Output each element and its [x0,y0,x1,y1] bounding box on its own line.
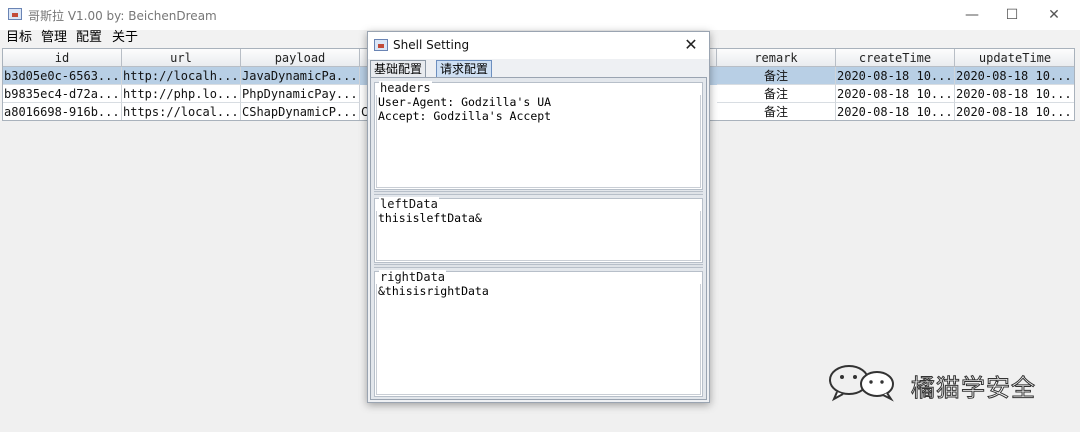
close-button[interactable]: ✕ [1039,4,1069,26]
menu-config[interactable]: 配置 [76,30,102,46]
menu-target[interactable]: 目标 [6,30,32,46]
column-header-createtime[interactable]: createTime [836,49,955,67]
leftdata-line: thisisleftData& [378,211,482,225]
wechat-icon [829,365,894,402]
rightdata-group: rightData &thisisrightData [374,270,703,397]
headers-line: User-Agent: Godzilla's UA [378,95,552,109]
cell-updatetime: 2020-08-18 10... [955,85,1074,103]
leftdata-textarea[interactable]: thisisleftData& [376,211,701,261]
split-pane-divider[interactable] [374,191,703,195]
app-icon [8,8,22,20]
cell-id: a8016698-916b... [3,103,122,120]
cell-createtime: 2020-08-18 10... [836,85,955,103]
cell-remark: 备注 [717,103,836,120]
cell-updatetime: 2020-08-18 10... [955,103,1074,120]
cell-createtime: 2020-08-18 10... [836,67,955,85]
watermark: 橘猫学安全 [825,362,1055,403]
dialog-titlebar[interactable]: Shell Setting ✕ [368,32,709,59]
tab-basic-config[interactable]: 基础配置 [370,60,427,77]
dialog-close-button[interactable]: ✕ [681,35,701,54]
shell-setting-dialog: Shell Setting ✕ 基础配置 请求配置 headers User-A… [367,31,710,403]
minimize-button[interactable]: — [957,4,987,26]
maximize-button[interactable]: ☐ [997,4,1027,26]
cell-url: http://php.lo... [122,85,241,103]
tab-request-config[interactable]: 请求配置 [436,60,493,77]
cell-payload: JavaDynamicPa... [241,67,360,85]
rightdata-line: &thisisrightData [378,284,489,298]
rightdata-textarea[interactable]: &thisisrightData [376,284,701,395]
watermark-text: 橘猫学安全 [911,374,1036,403]
cell-url: https://local... [122,103,241,120]
dialog-app-icon [374,39,388,51]
cell-remark: 备注 [717,85,836,103]
menu-about[interactable]: 关于 [112,30,138,46]
rightdata-label: rightData [379,270,447,284]
split-pane-divider[interactable] [374,264,703,268]
cell-url: http://localh... [122,67,241,85]
column-header-id[interactable]: id [3,49,122,67]
window-title: 哥斯拉 V1.00 by: BeichenDream [28,9,217,23]
headers-line: Accept: Godzilla's Accept [378,109,552,123]
leftdata-group: leftData thisisleftData& [374,197,703,263]
cell-updatetime: 2020-08-18 10... [955,67,1074,85]
column-header-payload[interactable]: payload [241,49,360,67]
cell-id: b9835ec4-d72a... [3,85,122,103]
menu-manage[interactable]: 管理 [41,30,67,46]
headers-group: headers User-Agent: Godzilla's UA Accept… [374,81,703,190]
column-header-updatetime[interactable]: updateTime [955,49,1074,67]
dialog-title: Shell Setting [393,38,470,52]
column-header-remark[interactable]: remark [717,49,836,67]
cell-id: b3d05e0c-6563... [3,67,122,85]
cell-payload: PhpDynamicPay... [241,85,360,103]
main-titlebar: 哥斯拉 V1.00 by: BeichenDream — ☐ ✕ [0,0,1080,30]
column-header-url[interactable]: url [122,49,241,67]
cell-payload: CShapDynamicP... [241,103,360,120]
tab-panel-request-config: headers User-Agent: Godzilla's UA Accept… [370,77,707,400]
headers-label: headers [379,81,432,95]
cell-createtime: 2020-08-18 10... [836,103,955,120]
leftdata-label: leftData [379,197,439,211]
headers-textarea[interactable]: User-Agent: Godzilla's UA Accept: Godzil… [376,95,701,188]
cell-remark: 备注 [717,67,836,85]
